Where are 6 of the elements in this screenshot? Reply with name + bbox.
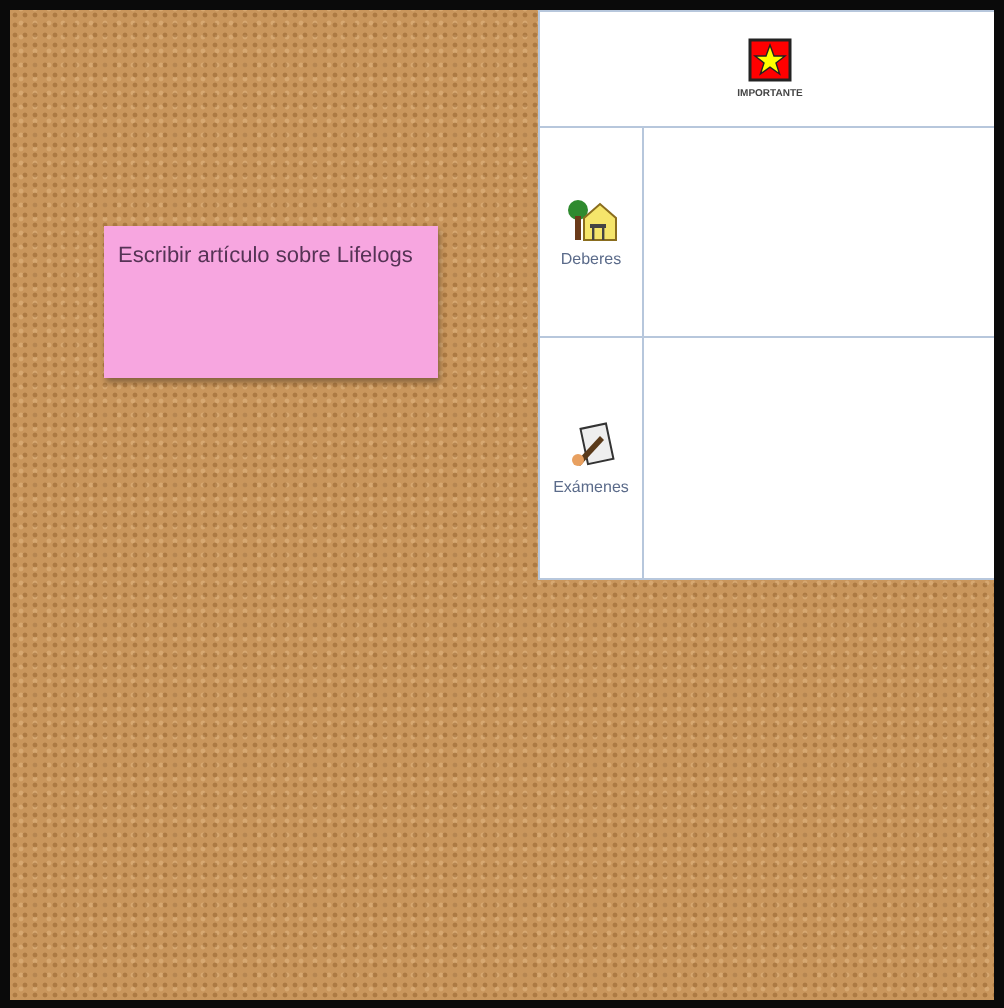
house-tree-icon <box>563 197 619 241</box>
row-label: Deberes <box>560 249 622 267</box>
sticky-note[interactable]: Escribir artículo sobre Lifelogs <box>104 226 438 378</box>
paper-pen-icon <box>567 421 615 469</box>
star-icon <box>748 38 792 82</box>
row-label: Exámenes <box>553 477 629 495</box>
